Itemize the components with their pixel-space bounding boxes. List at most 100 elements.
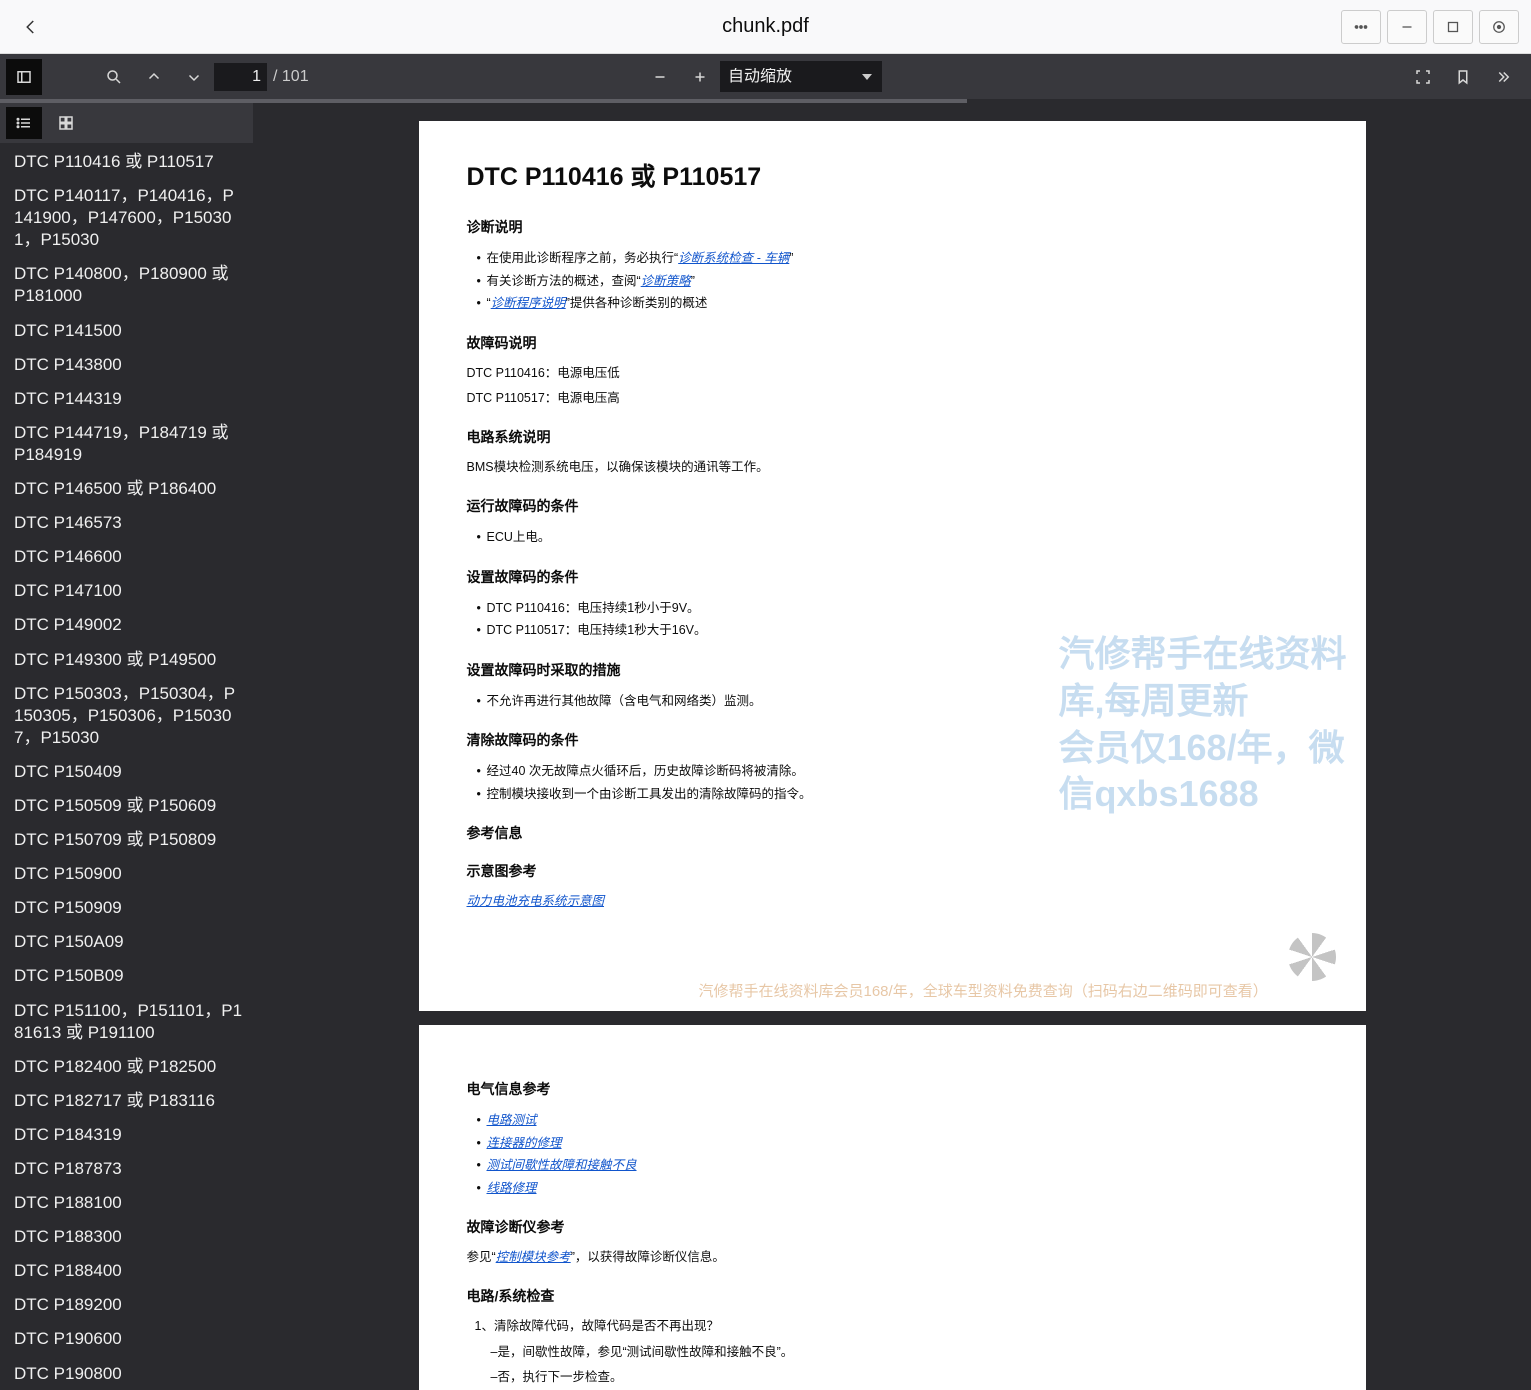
list-item: 连接器的修理 — [477, 1132, 1318, 1155]
section-heading: 诊断说明 — [467, 217, 1318, 237]
list-item: ECU上电。 — [477, 526, 1318, 549]
outline-tab[interactable] — [6, 107, 42, 139]
outline-item[interactable]: DTC P146573 — [0, 506, 253, 540]
section-heading: 设置故障码时采取的措施 — [467, 660, 1318, 680]
outline-item[interactable]: DTC P151100，P151101，P181613 或 P191100 — [0, 994, 253, 1050]
zoom-in-button[interactable] — [682, 59, 718, 95]
pdf-toolbar: / 101 自动缩放 — [0, 54, 1531, 99]
outline-item[interactable]: DTC P190800 — [0, 1357, 253, 1390]
presentation-button[interactable] — [1405, 59, 1441, 95]
body-text: DTC P110416：电源电压低 — [467, 363, 1318, 384]
body-text: –否，执行下一步检查。 — [491, 1367, 1318, 1388]
outline-item[interactable]: DTC P182400 或 P182500 — [0, 1050, 253, 1084]
document-title: chunk.pdf — [722, 15, 809, 38]
list-item: 控制模块接收到一个由诊断工具发出的清除故障码的指令。 — [477, 783, 1318, 806]
outline-item[interactable]: DTC P146600 — [0, 540, 253, 574]
back-button[interactable] — [16, 12, 46, 42]
body-text: 参见“控制模块参考”，以获得故障诊断仪信息。 — [467, 1247, 1318, 1268]
outline-item[interactable]: DTC P184319 — [0, 1118, 253, 1152]
list-item: 电路测试 — [477, 1109, 1318, 1132]
outline-list[interactable]: DTC P110416 或 P110517 DTC P140117，P14041… — [0, 143, 253, 1390]
section-heading: 故障码说明 — [467, 333, 1318, 353]
zoom-out-button[interactable] — [642, 59, 678, 95]
outline-item[interactable]: DTC P150409 — [0, 755, 253, 789]
outline-item[interactable]: DTC P140800，P180900 或 P181000 — [0, 257, 253, 313]
sidebar: DTC P110416 或 P110517 DTC P140117，P14041… — [0, 103, 253, 1390]
page-number-input[interactable] — [214, 63, 267, 91]
outline-item[interactable]: DTC P146500 或 P186400 — [0, 472, 253, 506]
more-button[interactable] — [1341, 10, 1381, 44]
search-button[interactable] — [96, 59, 132, 95]
section-heading: 清除故障码的条件 — [467, 730, 1318, 750]
outline-item[interactable]: DTC P147100 — [0, 574, 253, 608]
diag-system-check-link[interactable]: 诊断系统检查 - 车辆 — [678, 251, 789, 265]
body-text: BMS模块检测系统电压，以确保该模块的通讯等工作。 — [467, 457, 1318, 478]
list-item: 经过40 次无故障点火循环后，历史故障诊断码将被清除。 — [477, 760, 1318, 783]
diag-strategy-link[interactable]: 诊断策略 — [641, 274, 691, 288]
sidebar-tabs — [0, 103, 253, 143]
minimize-button[interactable] — [1387, 10, 1427, 44]
body-text: –是，间歇性故障，参见“测试间歇性故障和接触不良”。 — [491, 1342, 1318, 1363]
minus-icon — [651, 68, 669, 86]
dots-icon — [1352, 18, 1370, 36]
intermittent-fault-link[interactable]: 测试间歇性故障和接触不良 — [487, 1158, 637, 1172]
outline-item[interactable]: DTC P144319 — [0, 382, 253, 416]
outline-item[interactable]: DTC P150303，P150304，P150305，P150306，P150… — [0, 677, 253, 755]
target-button[interactable] — [1479, 10, 1519, 44]
bookmark-button[interactable] — [1445, 59, 1481, 95]
outline-item[interactable]: DTC P188300 — [0, 1220, 253, 1254]
grid-icon — [57, 114, 75, 132]
outline-item[interactable]: DTC P149002 — [0, 608, 253, 642]
list-item: “诊断程序说明”提供各种诊断类别的概述 — [477, 292, 1318, 315]
zoom-select[interactable]: 自动缩放 — [720, 61, 882, 92]
outline-item[interactable]: DTC P189200 — [0, 1288, 253, 1322]
circuit-test-link[interactable]: 电路测试 — [487, 1113, 537, 1127]
outline-item[interactable]: DTC P140117，P140416，P141900，P147600，P150… — [0, 179, 253, 257]
outline-item[interactable]: DTC P110416 或 P110517 — [0, 145, 253, 179]
control-module-ref-link[interactable]: 控制模块参考 — [496, 1250, 571, 1264]
connector-repair-link[interactable]: 连接器的修理 — [487, 1136, 562, 1150]
outline-item[interactable]: DTC P149300 或 P149500 — [0, 643, 253, 677]
bookmark-icon — [1454, 68, 1472, 86]
section-heading: 示意图参考 — [467, 861, 1318, 881]
outline-item[interactable]: DTC P188100 — [0, 1186, 253, 1220]
thumbnails-tab[interactable] — [48, 107, 84, 139]
pdf-page-2: 电气信息参考 电路测试 连接器的修理 测试间歇性故障和接触不良 线路修理 故障诊… — [419, 1025, 1366, 1390]
outline-item[interactable]: DTC P150509 或 P150609 — [0, 789, 253, 823]
next-page-button[interactable] — [176, 59, 212, 95]
outline-item[interactable]: DTC P150A09 — [0, 925, 253, 959]
arrow-up-icon — [145, 68, 163, 86]
body-text: DTC P110517：电源电压高 — [467, 388, 1318, 409]
body-text: 1、清除故障代码，故障代码是否不再出现？ — [475, 1316, 1318, 1337]
outline-item[interactable]: DTC P190600 — [0, 1322, 253, 1356]
plus-icon — [691, 68, 709, 86]
list-item: DTC P110416：电压持续1秒小于9V。 — [477, 597, 1318, 620]
outline-item[interactable]: DTC P150B09 — [0, 959, 253, 993]
outline-item[interactable]: DTC P150709 或 P150809 — [0, 823, 253, 857]
diag-procedure-link[interactable]: 诊断程序说明 — [491, 296, 566, 310]
maximize-button[interactable] — [1433, 10, 1473, 44]
wire-repair-link[interactable]: 线路修理 — [487, 1181, 537, 1195]
section-heading: 电路系统说明 — [467, 427, 1318, 447]
prev-page-button[interactable] — [136, 59, 172, 95]
minimize-icon — [1398, 18, 1416, 36]
outline-item[interactable]: DTC P182717 或 P183116 — [0, 1084, 253, 1118]
list-item: 不允许再进行其他故障（含电气和网络类）监测。 — [477, 690, 1318, 713]
outline-item[interactable]: DTC P150909 — [0, 891, 253, 925]
outline-item[interactable]: DTC P143800 — [0, 348, 253, 382]
section-heading: 电路/系统检查 — [467, 1286, 1318, 1306]
outline-item[interactable]: DTC P141500 — [0, 314, 253, 348]
tools-button[interactable] — [1485, 59, 1521, 95]
outline-item[interactable]: DTC P144719，P184719 或 P184919 — [0, 416, 253, 472]
chevrons-right-icon — [1494, 68, 1512, 86]
outline-item[interactable]: DTC P150900 — [0, 857, 253, 891]
chevron-left-icon — [22, 18, 40, 36]
schematic-link[interactable]: 动力电池充电系统示意图 — [467, 894, 605, 908]
sidebar-toggle-button[interactable] — [6, 59, 42, 95]
pdf-page-1: DTC P110416 或 P110517 诊断说明 在使用此诊断程序之前，务必… — [419, 121, 1366, 1011]
outline-item[interactable]: DTC P188400 — [0, 1254, 253, 1288]
page-viewer[interactable]: DTC P110416 或 P110517 诊断说明 在使用此诊断程序之前，务必… — [253, 103, 1531, 1390]
sidebar-icon — [15, 68, 33, 86]
arrow-down-icon — [185, 68, 203, 86]
outline-item[interactable]: DTC P187873 — [0, 1152, 253, 1186]
